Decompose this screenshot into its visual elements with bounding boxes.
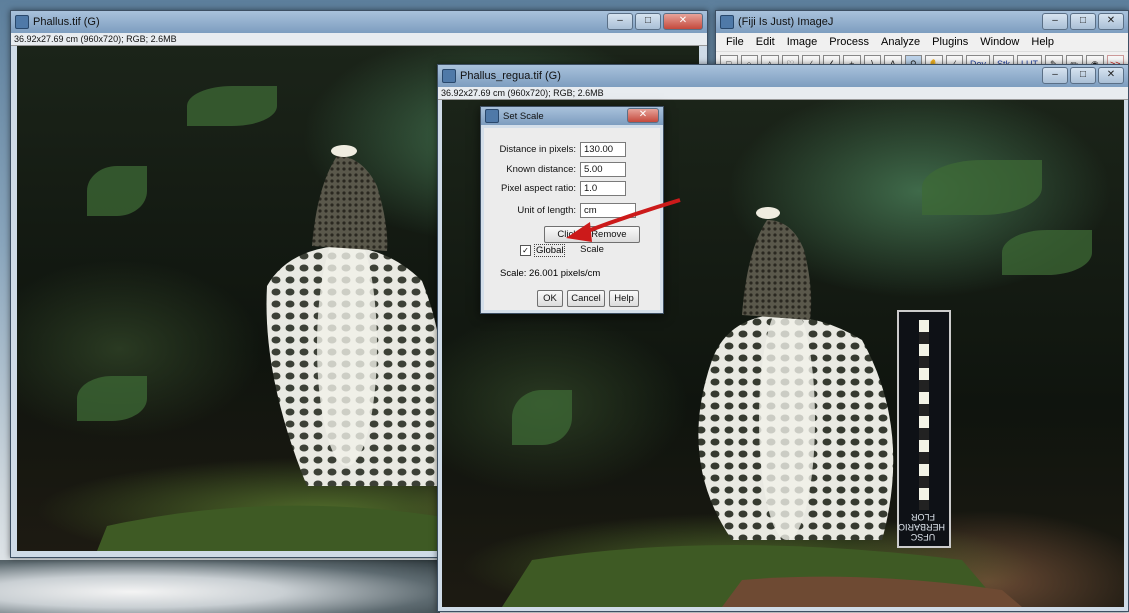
imagej-icon: [15, 15, 29, 29]
ok-button[interactable]: OK: [537, 290, 563, 307]
menu-edit[interactable]: Edit: [750, 35, 781, 49]
scale-readout: Scale: 26.001 pixels/cm: [500, 268, 601, 279]
window-titlebar[interactable]: Phallus_regua.tif (G) – □ ✕: [438, 65, 1128, 87]
imagej-icon: [720, 15, 734, 29]
known-distance-field[interactable]: 5.00: [580, 162, 626, 177]
image-info: 36.92x27.69 cm (960x720); RGB; 2.6MB: [438, 87, 1128, 100]
menu-plugins[interactable]: Plugins: [926, 35, 974, 49]
distance-field[interactable]: 130.00: [580, 142, 626, 157]
menu-process[interactable]: Process: [823, 35, 875, 49]
cancel-button[interactable]: Cancel: [567, 290, 605, 307]
minimize-button[interactable]: –: [607, 13, 633, 30]
help-button[interactable]: Help: [609, 290, 639, 307]
remove-scale-button[interactable]: Click to Remove Scale: [544, 226, 640, 255]
aspect-ratio-label: Pixel aspect ratio:: [501, 183, 576, 194]
window-titlebar[interactable]: (Fiji Is Just) ImageJ – □ ✕: [716, 11, 1128, 33]
close-button[interactable]: ✕: [663, 13, 703, 30]
window-titlebar[interactable]: Phallus.tif (G) – □ ✕: [11, 11, 707, 33]
aspect-ratio-field[interactable]: 1.0: [580, 181, 626, 196]
known-distance-label: Known distance:: [506, 164, 576, 175]
imagej-icon: [485, 109, 499, 123]
maximize-button[interactable]: □: [1070, 67, 1096, 84]
scale-ruler: UFSC HERBARIO FLOR: [897, 310, 951, 548]
menu-help[interactable]: Help: [1025, 35, 1060, 49]
menu-file[interactable]: File: [720, 35, 750, 49]
menu-window[interactable]: Window: [974, 35, 1025, 49]
desktop-background: [0, 560, 440, 613]
dialog-body: Distance in pixels: 130.00 Known distanc…: [484, 128, 660, 310]
close-button[interactable]: ✕: [627, 108, 659, 123]
close-button[interactable]: ✕: [1098, 67, 1124, 84]
menu-analyze[interactable]: Analyze: [875, 35, 926, 49]
maximize-button[interactable]: □: [635, 13, 661, 30]
menu-image[interactable]: Image: [781, 35, 824, 49]
close-button[interactable]: ✕: [1098, 13, 1124, 30]
window-title: Phallus.tif (G): [33, 16, 100, 28]
global-label: Global: [534, 244, 566, 257]
maximize-button[interactable]: □: [1070, 13, 1096, 30]
menu-bar: File Edit Image Process Analyze Plugins …: [716, 33, 1128, 51]
ruler-marks: [919, 320, 929, 510]
distance-label: Distance in pixels:: [499, 144, 576, 155]
set-scale-dialog[interactable]: Set Scale ✕ Distance in pixels: 130.00 K…: [480, 106, 664, 314]
dialog-title: Set Scale: [503, 110, 544, 122]
unit-field[interactable]: cm: [580, 203, 636, 218]
image-info: 36.92x27.69 cm (960x720); RGB; 2.6MB: [11, 33, 707, 46]
window-title: Phallus_regua.tif (G): [460, 70, 561, 82]
ruler-label: UFSC HERBARIO FLOR: [897, 512, 945, 542]
imagej-icon: [442, 69, 456, 83]
window-title: (Fiji Is Just) ImageJ: [738, 16, 834, 28]
dialog-titlebar[interactable]: Set Scale ✕: [481, 107, 663, 125]
minimize-button[interactable]: –: [1042, 13, 1068, 30]
minimize-button[interactable]: –: [1042, 67, 1068, 84]
global-checkbox[interactable]: ✓: [520, 245, 531, 256]
unit-label: Unit of length:: [517, 205, 576, 216]
